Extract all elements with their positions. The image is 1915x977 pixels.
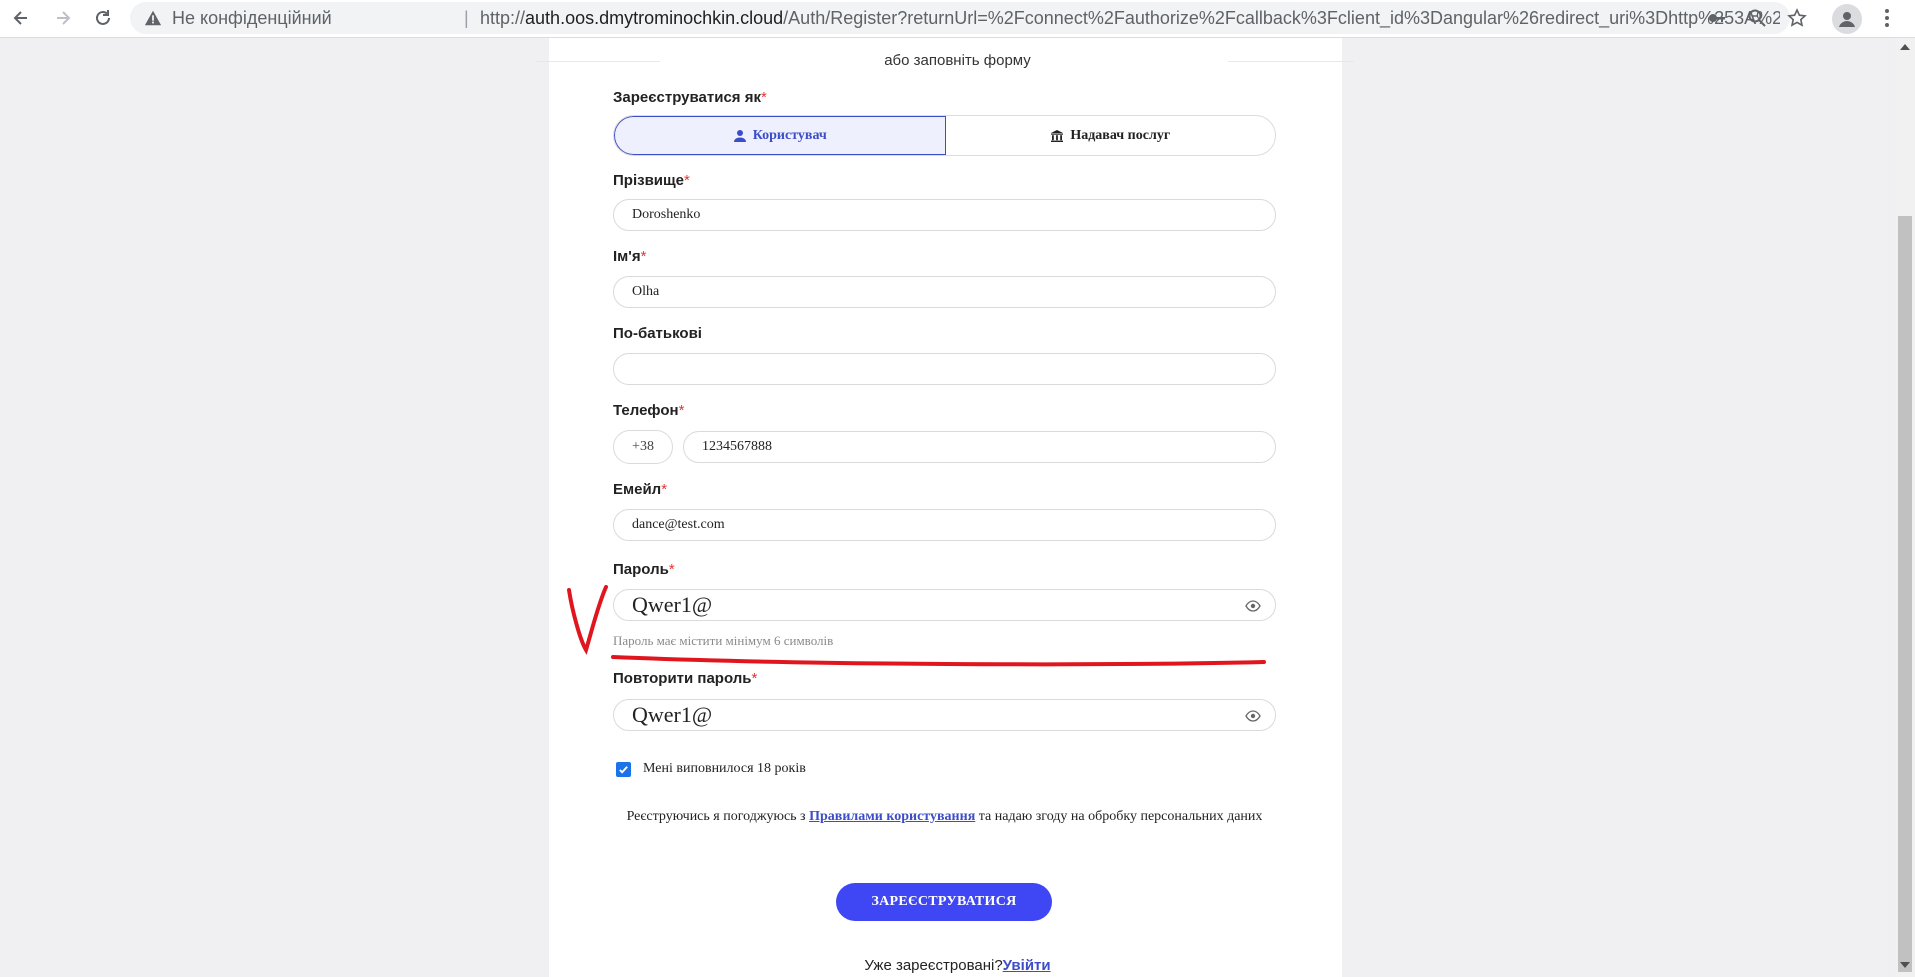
phone-value: 1234567888 — [702, 439, 772, 454]
repeat-password-input[interactable]: Qwer1@ — [613, 699, 1276, 731]
warning-icon — [144, 10, 162, 26]
omnibox-separator: | — [464, 8, 469, 28]
login-link[interactable]: Увійти — [1003, 957, 1051, 974]
insecure-label: Не конфіденційний — [172, 8, 332, 28]
scroll-up-arrow[interactable] — [1900, 44, 1910, 50]
first-name-value: Olha — [632, 284, 660, 299]
page-scrollbar[interactable] — [1895, 38, 1915, 977]
phone-prefix[interactable]: +38 — [613, 430, 673, 464]
eye-icon[interactable] — [1245, 708, 1261, 724]
password-label: Пароль* — [613, 561, 675, 578]
password-hint: Пароль має містити мінімум 6 символів — [613, 633, 834, 648]
phone-label: Телефон* — [613, 402, 685, 419]
or-fill-form-text: або заповніть форму — [884, 52, 1031, 69]
email-label: Емейл* — [613, 481, 668, 498]
forward-arrow-icon[interactable] — [48, 3, 78, 33]
key-icon[interactable] — [1705, 6, 1729, 30]
age-checkbox-label: Мені виповнилося 18 років — [643, 761, 806, 776]
role-user-button[interactable]: Користувач — [614, 116, 946, 155]
terms-link[interactable]: Правилами користування — [809, 809, 975, 824]
terms-text: Реєструючись я погоджуюсь з Правилами ко… — [626, 809, 1263, 824]
register-as-label: Зареєструватися як* — [613, 89, 767, 106]
back-arrow-icon[interactable] — [6, 3, 36, 33]
email-value: dance@test.com — [632, 517, 725, 532]
eye-icon[interactable] — [1245, 598, 1261, 614]
password-input[interactable]: Qwer1@ — [613, 589, 1276, 621]
middle-name-label: По-батькові — [613, 325, 702, 342]
address-bar[interactable]: Не конфіденційний | http://auth.oos.dmyt… — [130, 2, 1790, 34]
role-provider-button[interactable]: Надавач послуг — [946, 116, 1276, 155]
password-value: Qwer1@ — [632, 592, 713, 617]
last-name-label: Прізвище* — [613, 172, 690, 189]
age-checkbox-row[interactable]: Мені виповнилося 18 років — [616, 761, 806, 777]
check-icon — [619, 765, 628, 774]
user-icon — [733, 129, 746, 142]
last-name-input[interactable]: Doroshenko — [613, 199, 1276, 231]
first-name-label: Ім'я* — [613, 248, 647, 265]
role-user-label: Користувач — [752, 127, 827, 143]
repeat-password-label: Повторити пароль* — [613, 670, 758, 687]
menu-dots-icon[interactable] — [1875, 6, 1899, 30]
zoom-icon[interactable] — [1745, 6, 1769, 30]
profile-icon[interactable] — [1832, 4, 1862, 34]
browser-toolbar: Не конфіденційний | http://auth.oos.dmyt… — [0, 0, 1915, 38]
first-name-input[interactable]: Olha — [613, 276, 1276, 308]
bank-icon — [1051, 129, 1064, 142]
register-button[interactable]: ЗАРЕЄСТРУВАТИСЯ — [836, 883, 1052, 921]
star-icon[interactable] — [1785, 6, 1809, 30]
already-registered-row: Уже зареєстровані?Увійти — [864, 957, 1051, 974]
reload-icon[interactable] — [88, 3, 118, 33]
url-text: http://auth.oos.dmytrominochkin.cloud/Au… — [480, 8, 1780, 28]
repeat-password-value: Qwer1@ — [632, 702, 713, 727]
role-provider-label: Надавач послуг — [1070, 127, 1171, 143]
middle-name-input[interactable] — [613, 353, 1276, 385]
role-toggle: Користувач Надавач послуг — [613, 115, 1276, 156]
age-checkbox[interactable] — [616, 761, 631, 777]
email-input[interactable]: dance@test.com — [613, 509, 1276, 541]
phone-input[interactable]: 1234567888 — [683, 431, 1276, 463]
last-name-value: Doroshenko — [632, 207, 701, 222]
scroll-thumb[interactable] — [1898, 216, 1912, 972]
